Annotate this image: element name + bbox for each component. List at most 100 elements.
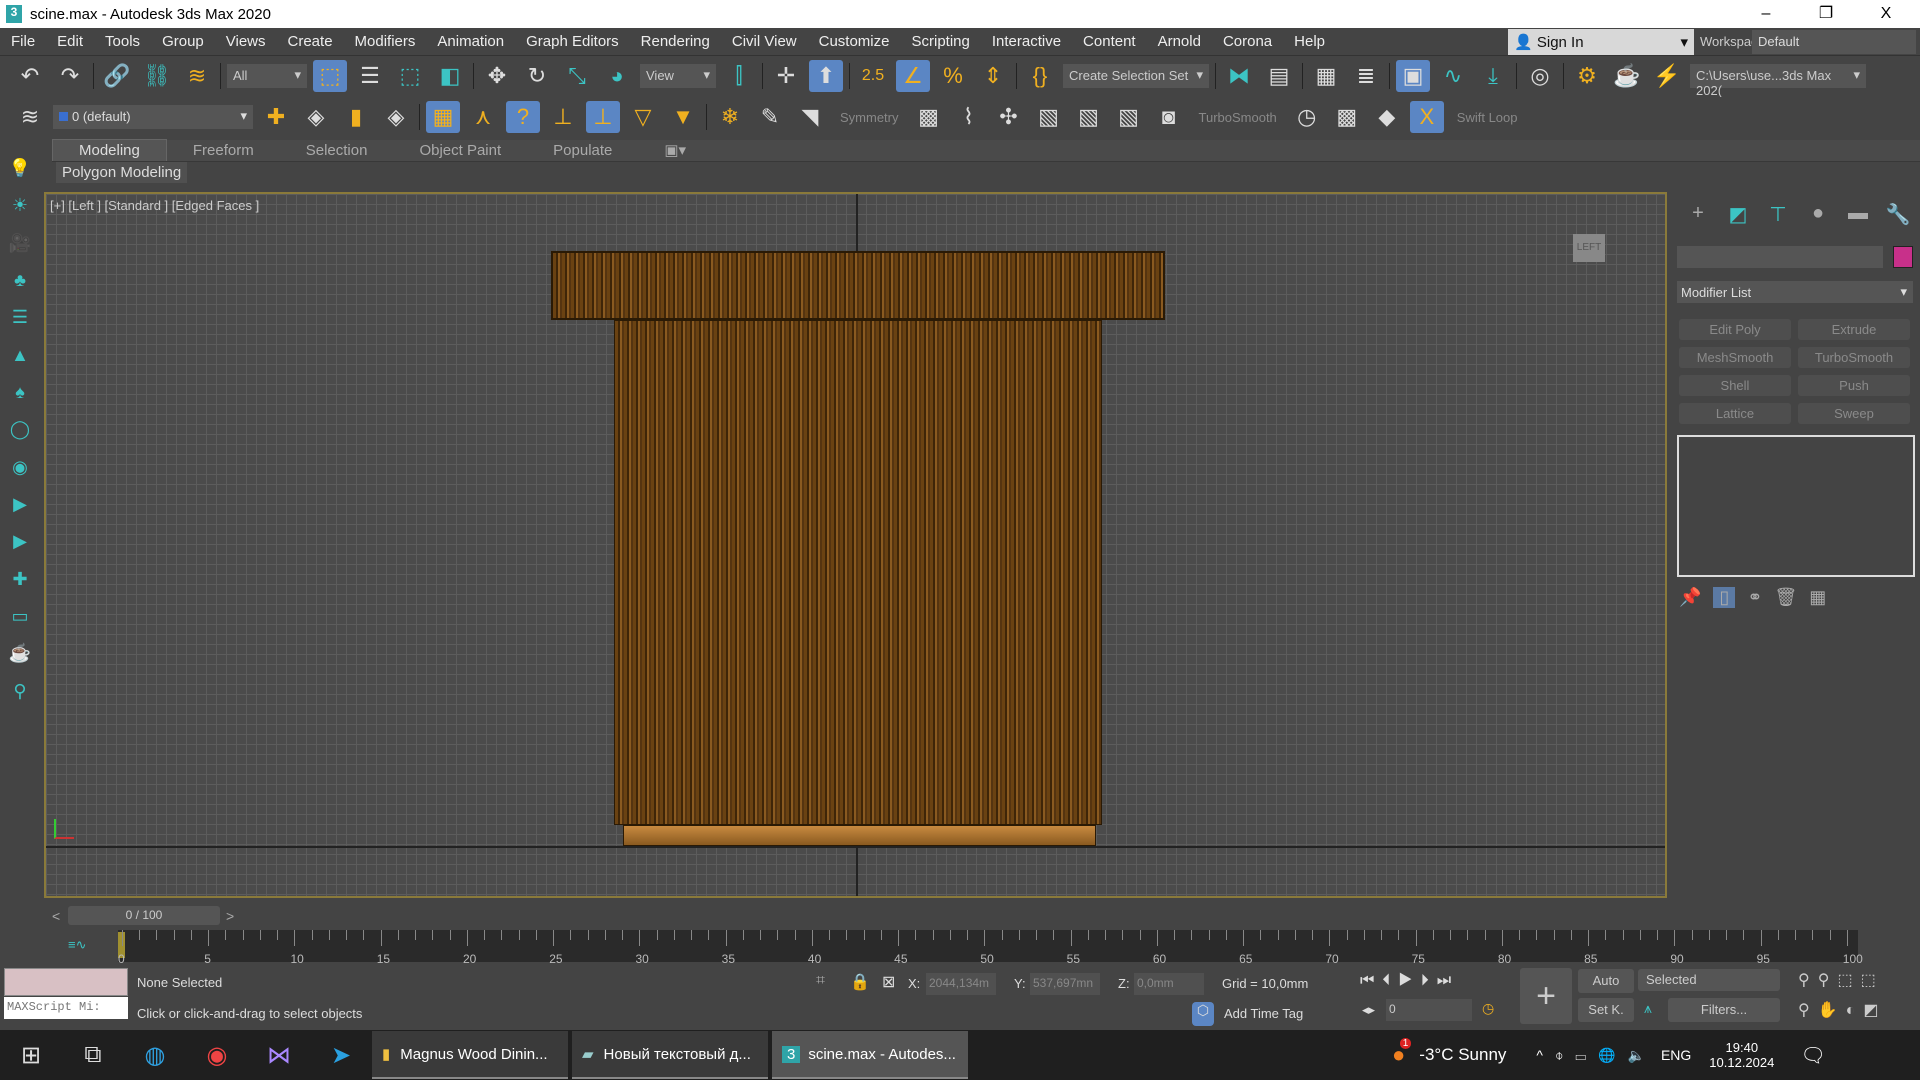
viewport-label[interactable]: [+] [Left ] [Standard ] [Edged Faces ] xyxy=(50,198,259,213)
frame-buffer-icon[interactable]: ▭ xyxy=(3,598,37,635)
pan-icon[interactable]: ✋ xyxy=(1818,1002,1846,1019)
link-icon[interactable]: 🔗 xyxy=(100,60,134,92)
menu-help[interactable]: Help xyxy=(1283,33,1336,50)
globe-icon[interactable]: 🌐 xyxy=(1598,1047,1627,1063)
motion-tab-icon[interactable]: ● xyxy=(1799,202,1837,232)
tab-freeform[interactable]: Freeform xyxy=(167,140,280,161)
key-mode-icon[interactable]: ⩚ xyxy=(1644,1000,1652,1017)
schematic-view-icon[interactable]: ⤓ xyxy=(1476,60,1510,92)
camera-icon[interactable]: 🎥 xyxy=(3,225,37,262)
weather-icon[interactable]: ● 1 xyxy=(1392,1038,1412,1068)
menu-customize[interactable]: Customize xyxy=(808,33,901,50)
select-object-icon[interactable]: ⬚ xyxy=(313,60,347,92)
align-icon[interactable]: ▤ xyxy=(1262,60,1296,92)
curve-editor-mini-icon[interactable]: ≡∿ xyxy=(68,937,86,953)
network-share-icon[interactable]: ⌽ xyxy=(1555,1047,1575,1063)
undo-icon[interactable]: ↶ xyxy=(13,60,47,92)
toggle-ribbon-icon[interactable]: ▣ xyxy=(1396,60,1430,92)
viewport-left[interactable]: [+] [Left ] [Standard ] [Edged Faces ] L… xyxy=(44,192,1667,898)
workspace-dropdown[interactable]: Default xyxy=(1752,30,1916,54)
menu-group[interactable]: Group xyxy=(151,33,215,50)
track-bar[interactable]: 0 5 10 15 20 25 30 35 40 45 50 55 60 65 70 75 80 85 90 95 10… xyxy=(118,930,1863,966)
notifications-icon[interactable]: 🗨 xyxy=(1800,1043,1825,1068)
object-name-field[interactable] xyxy=(1677,246,1883,268)
menu-arnold[interactable]: Arnold xyxy=(1147,33,1212,50)
time-slider-handle[interactable]: 0 / 100 xyxy=(68,906,220,925)
shell-button[interactable]: Shell xyxy=(1679,375,1791,396)
clock-icon[interactable]: ◷ xyxy=(1290,101,1324,133)
layers-icon[interactable]: ◉ xyxy=(3,449,37,486)
angle-snap-icon[interactable]: ∠ xyxy=(896,60,930,92)
prev-frame-icon[interactable]: < xyxy=(52,908,68,924)
play-frame-icon[interactable]: ▶ xyxy=(3,486,37,523)
add-camera-icon[interactable]: ✚ xyxy=(3,561,37,598)
light-bulb-icon[interactable]: 💡 xyxy=(3,150,37,187)
attach-icon[interactable]: ✣ xyxy=(992,101,1026,133)
pin-stack-icon[interactable]: 📌 xyxy=(1679,587,1701,608)
chrome-icon[interactable]: ◉ xyxy=(186,1030,248,1080)
menu-graph-editors[interactable]: Graph Editors xyxy=(515,33,630,50)
curve-editor-icon[interactable]: ∿ xyxy=(1436,60,1470,92)
next-key-icon[interactable]: ⏵ xyxy=(1421,972,1437,989)
wood-cabinet-body[interactable] xyxy=(614,320,1102,825)
extrude-button[interactable]: Extrude xyxy=(1798,319,1910,340)
windows-start-icon[interactable]: ⊞ xyxy=(0,1030,62,1080)
sweep-button[interactable]: Sweep xyxy=(1798,403,1910,424)
edit-named-selection-icon[interactable]: {} xyxy=(1023,60,1057,92)
key-filters-button[interactable]: Filters... xyxy=(1668,998,1780,1022)
zoom-icon[interactable]: ⚲ xyxy=(1798,972,1818,989)
swift-loop-icon[interactable]: X xyxy=(1409,101,1444,133)
select-in-layer-icon[interactable]: ▮ xyxy=(339,101,373,133)
rendered-frame-window-icon[interactable]: ☕ xyxy=(1610,60,1644,92)
maxscript-listener-input[interactable]: MAXScript Mi: xyxy=(4,997,128,1019)
telegram-icon[interactable]: ➤ xyxy=(310,1030,372,1080)
tree-icon[interactable]: ▲ xyxy=(3,337,37,374)
layer-dropdown[interactable]: 0 (default) xyxy=(53,105,253,129)
cube-3-icon[interactable]: ▧ xyxy=(1112,101,1146,133)
play-icon[interactable]: ▶ xyxy=(1398,972,1420,989)
bind-space-warp-icon[interactable]: ≋ xyxy=(180,60,214,92)
weather-text[interactable]: -3°C Sunny xyxy=(1419,1045,1506,1065)
layer-manager-icon[interactable]: ≋ xyxy=(13,101,47,133)
selection-lock-icon[interactable]: 🔒 xyxy=(850,972,870,992)
close-button[interactable]: X xyxy=(1856,0,1916,28)
turbosmooth-icon[interactable]: ◙ xyxy=(1152,101,1186,133)
field-of-view-icon[interactable]: ⚲ xyxy=(1798,1002,1818,1019)
spline-icon[interactable]: ⌇ xyxy=(952,101,986,133)
checker-icon[interactable]: ▩ xyxy=(912,101,946,133)
modifier-stack[interactable] xyxy=(1677,435,1915,577)
menu-file[interactable]: File xyxy=(0,33,46,50)
diamond-icon[interactable]: ◆ xyxy=(1370,101,1404,133)
render-window-icon[interactable]: ▶ xyxy=(3,523,37,560)
paint-icon[interactable]: ✎ xyxy=(753,101,787,133)
zoom-extents-all-icon[interactable]: ⬚ xyxy=(1861,972,1884,989)
tab-modeling[interactable]: Modeling xyxy=(52,139,167,161)
minimize-button[interactable]: – xyxy=(1736,0,1796,28)
tab-selection[interactable]: Selection xyxy=(280,140,394,161)
scene-explorer-icon[interactable]: ▦ xyxy=(1309,60,1343,92)
flag-icon[interactable]: ◥ xyxy=(793,101,827,133)
vertex-snap-icon[interactable]: ? xyxy=(506,101,540,133)
absolute-mode-icon[interactable]: ⊠ xyxy=(882,972,895,992)
go-to-start-icon[interactable]: ⏮ xyxy=(1360,972,1382,989)
render-setup-icon[interactable]: ⚙ xyxy=(1570,60,1604,92)
visual-studio-icon[interactable]: ⋈ xyxy=(248,1030,310,1080)
time-configuration-icon[interactable]: ◷ xyxy=(1482,1000,1494,1017)
edge-snap-icon[interactable]: ▽ xyxy=(626,101,660,133)
lattice-button[interactable]: Lattice xyxy=(1679,403,1791,424)
frame-spinner-arrows-icon[interactable]: ◂▸ xyxy=(1362,1002,1375,1018)
menu-create[interactable]: Create xyxy=(277,33,344,50)
auto-key-button[interactable]: Auto xyxy=(1578,969,1634,993)
mirror-icon[interactable]: ⧓ xyxy=(1222,60,1256,92)
select-manipulate-icon[interactable]: ✛ xyxy=(769,60,803,92)
pivot-snap-icon[interactable]: ⋏ xyxy=(466,101,500,133)
hierarchy-tab-icon[interactable]: ⊤ xyxy=(1759,202,1797,232)
remove-modifier-icon[interactable]: 🗑 xyxy=(1774,587,1797,608)
time-slider[interactable]: < 0 / 100 > xyxy=(52,906,248,925)
spinner-snap-icon[interactable]: ⇕ xyxy=(976,60,1010,92)
taskbar-item-explorer[interactable]: ▮ Magnus Wood Dinin... xyxy=(372,1031,568,1079)
volume-icon[interactable]: 🔈 xyxy=(1628,1047,1657,1063)
keyboard-shortcut-override-icon[interactable]: ⬆ xyxy=(809,60,843,92)
zoom-all-icon[interactable]: ⚲ xyxy=(1818,972,1838,989)
window-crossing-icon[interactable]: ◧ xyxy=(433,60,467,92)
